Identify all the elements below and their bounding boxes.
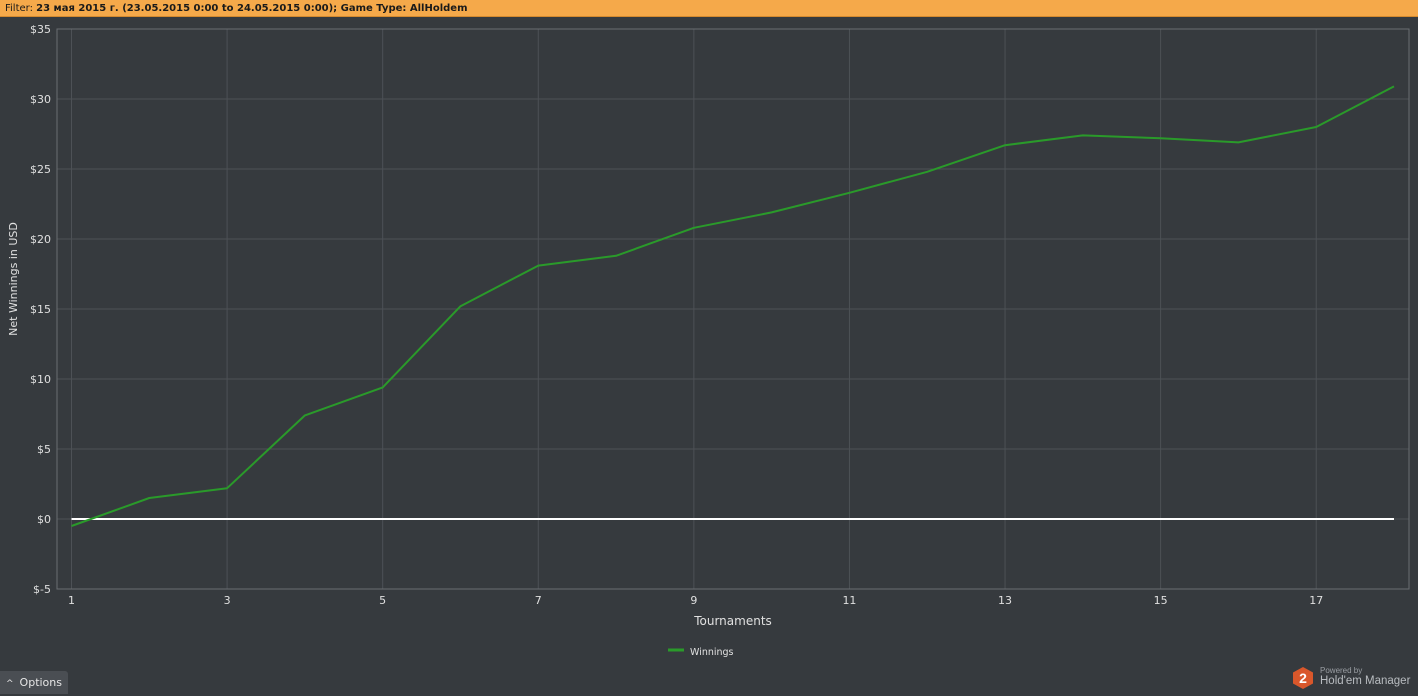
y-tick-label: $30 <box>30 93 51 106</box>
filter-label: Filter: <box>5 3 33 14</box>
legend: Winnings <box>668 647 734 658</box>
badge-number: 2 <box>1299 670 1307 686</box>
x-tick-label: 13 <box>998 594 1012 607</box>
x-axis-ticks: 1 3 5 7 9 11 13 15 17 <box>68 594 1323 607</box>
x-tick-label: 1 <box>68 594 75 607</box>
y-tick-label: $25 <box>30 163 51 176</box>
y-tick-label: $15 <box>30 303 51 316</box>
x-tick-label: 3 <box>224 594 231 607</box>
x-tick-label: 5 <box>379 594 386 607</box>
chevron-up-icon: ^ <box>6 679 14 689</box>
y-tick-label: $20 <box>30 233 51 246</box>
legend-label-winnings: Winnings <box>690 647 734 658</box>
grid-lines <box>57 28 1409 590</box>
hem-badge-icon: 2 <box>1293 667 1313 689</box>
options-button[interactable]: ^ Options <box>0 671 68 694</box>
series-line-winnings <box>71 85 1395 527</box>
filter-bar: Filter: 23 мая 2015 г. (23.05.2015 0:00 … <box>0 0 1418 17</box>
y-axis-label: Net Winnings in USD <box>7 222 20 336</box>
winnings-chart: $-5$0$5$10$15$20$25$30$35 1 3 5 7 9 11 13 15 17 … <box>7 23 1410 658</box>
y-tick-label: $10 <box>30 373 51 386</box>
options-label: Options <box>19 676 62 689</box>
y-axis-ticks: $-5 $0 $5 $10 $15 $20 $25 $30 $35 <box>30 23 51 596</box>
x-tick-label: 15 <box>1154 594 1168 607</box>
filter-value: 23 мая 2015 г. (23.05.2015 0:00 to 24.05… <box>36 3 468 14</box>
powered-by-text: Powered by <box>1320 666 1363 675</box>
x-tick-label: 11 <box>842 594 856 607</box>
brand-name: Hold'em Manager <box>1320 675 1411 687</box>
x-axis-label: Tournaments <box>693 614 772 628</box>
y-tick-label: $-5 <box>33 583 51 596</box>
y-tick-label: $35 <box>30 23 51 36</box>
brand-logo: 2 Powered by Hold'em Manager <box>1292 666 1418 692</box>
x-tick-label: 17 <box>1309 594 1323 607</box>
x-tick-label: 9 <box>690 594 697 607</box>
x-tick-label: 7 <box>535 594 542 607</box>
y-tick-label: $5 <box>37 443 51 456</box>
y-tick-label: $0 <box>37 513 51 526</box>
